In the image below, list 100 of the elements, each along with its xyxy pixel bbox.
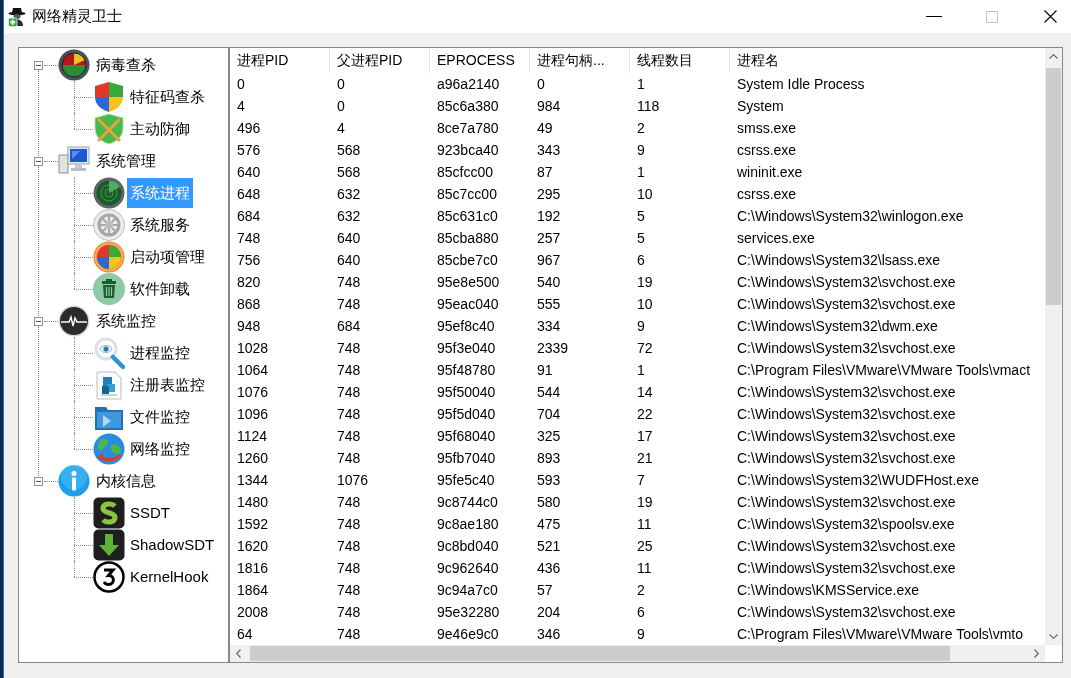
table-cell-text: 5 (636, 207, 646, 226)
table-cell-text: 9c8744c0 (436, 493, 499, 512)
table-cell-text: 640 (336, 229, 362, 248)
table-cell-text: 334 (536, 317, 562, 336)
table-cell-text: 11 (636, 559, 653, 578)
table-cell-text: 568 (336, 141, 362, 160)
table-cell-text: 0 (536, 75, 546, 94)
table-cell-text: 568 (336, 163, 362, 182)
table-cell-text: C:\Program Files\VMware\VMware Tools\vmact (736, 361, 1032, 380)
table-cell-text: 25 (636, 537, 654, 556)
table-cell-text: services.exe (736, 229, 816, 248)
tree-item[interactable]: 网络监控 (127, 434, 193, 464)
table-cell-text: smss.exe (736, 119, 798, 138)
table-cell-text: 325 (536, 427, 562, 446)
table-cell-text: 1076 (336, 471, 370, 490)
table-cell-text: C:\Windows\System32\svchost.exe (736, 449, 957, 468)
tree-item[interactable]: 注册表监控 (127, 370, 208, 400)
vertical-scrollbar[interactable] (1045, 48, 1062, 645)
radar-icon (58, 49, 90, 81)
table-cell-text: 756 (236, 251, 262, 270)
document-cubes-icon (93, 369, 125, 401)
tree-item[interactable]: 系统监控 (93, 306, 159, 336)
table-cell-text: 948 (236, 317, 262, 336)
tree-item[interactable]: 病毒查杀 (93, 50, 159, 80)
table-cell-text: 1620 (236, 537, 270, 556)
table-cell-text: 436 (536, 559, 562, 578)
table-cell-text: 5 (636, 229, 646, 248)
tree-item[interactable]: 启动项管理 (127, 242, 208, 272)
tree-item[interactable]: 特征码查杀 (127, 82, 208, 112)
table-cell-text: 521 (536, 537, 562, 556)
table-cell-text: 632 (336, 207, 362, 226)
chevron-left-icon[interactable] (236, 649, 241, 658)
chevron-up-icon[interactable] (1049, 54, 1058, 59)
table-cell-text: C:\Windows\System32\svchost.exe (736, 339, 957, 358)
table-cell-text: System Idle Process (736, 75, 866, 94)
table-cell-text: 57 (536, 581, 554, 600)
table-cell-text: 748 (336, 273, 362, 292)
table-cell-text: 95f48780 (436, 361, 497, 380)
tree-item[interactable]: 软件卸载 (127, 274, 193, 304)
table-cell-text: C:\Windows\KMSService.exe (736, 581, 921, 600)
table-cell-text: 10 (636, 295, 654, 314)
table-cell-text: 1816 (236, 559, 270, 578)
tree-item[interactable]: ShadowSDT (127, 530, 218, 560)
scrollbar-thumb[interactable] (250, 646, 950, 661)
table-cell-text: 748 (336, 405, 362, 424)
table-cell-text: C:\Windows\System32\svchost.exe (736, 383, 957, 402)
tree-item[interactable]: 主动防御 (127, 114, 193, 144)
table-cell-text: wininit.exe (736, 163, 804, 182)
column-header[interactable]: 进程PID (230, 48, 330, 73)
table-cell-text: 496 (236, 119, 262, 138)
table-cell-text: 632 (336, 185, 362, 204)
table-cell-text: 192 (536, 207, 562, 226)
table-cell-text: 0 (336, 75, 346, 94)
table-cell-text: 21 (636, 449, 654, 468)
tree-item[interactable]: 系统管理 (93, 146, 159, 176)
table-cell-text: 2 (636, 119, 646, 138)
table-cell-text: 704 (536, 405, 562, 424)
table-cell-text: C:\Windows\System32\svchost.exe (736, 295, 957, 314)
horizontal-scrollbar[interactable] (230, 645, 1045, 662)
table-cell-text: 9 (636, 625, 646, 644)
table-cell-text: 1 (636, 75, 646, 94)
table-cell-text: C:\Windows\System32\svchost.exe (736, 537, 957, 556)
table-cell-text: 893 (536, 449, 562, 468)
minus-box-icon[interactable] (34, 156, 43, 166)
column-header[interactable]: 进程名 (730, 48, 1045, 73)
table-cell-text: 95e32280 (436, 603, 501, 622)
table-cell-text: 9 (636, 317, 646, 336)
table-cell-text: 748 (336, 515, 362, 534)
table-cell-text: csrss.exe (736, 185, 798, 204)
table-cell-text: 91 (536, 361, 554, 380)
column-header[interactable]: 父进程PID (330, 48, 430, 73)
table-cell-text: 684 (236, 207, 262, 226)
table-cell-text: 22 (636, 405, 654, 424)
tree-item[interactable]: KernelHook (127, 562, 212, 592)
magnifier-icon (93, 337, 125, 369)
chevron-right-icon[interactable] (1034, 649, 1039, 658)
table-cell-text: 6 (636, 251, 646, 270)
table-cell-text: 748 (336, 339, 362, 358)
table-cell-text: 85cfcc00 (436, 163, 495, 182)
table-cell-text: 1480 (236, 493, 270, 512)
tree-item[interactable]: 文件监控 (127, 402, 193, 432)
shield-icon (93, 81, 125, 113)
table-cell-text: C:\Windows\System32\svchost.exe (736, 559, 957, 578)
table-cell-text: 648 (236, 185, 262, 204)
column-header[interactable]: EPROCESS (430, 48, 530, 73)
table-cell-text: C:\Windows\System32\lsass.exe (736, 251, 942, 270)
minus-box-icon[interactable] (34, 60, 43, 70)
tree-item[interactable]: 进程监控 (127, 338, 193, 368)
chevron-down-icon[interactable] (1049, 634, 1058, 639)
column-header[interactable]: 线程数目 (630, 48, 730, 73)
scrollbar-thumb[interactable] (1046, 68, 1061, 305)
table-cell-text: 346 (536, 625, 562, 644)
tree-item[interactable]: 系统服务 (127, 210, 193, 240)
table-cell-text: C:\Windows\System32\dwm.exe (736, 317, 939, 336)
tree-item[interactable]: 内核信息 (93, 466, 159, 496)
minus-box-icon[interactable] (34, 316, 43, 326)
column-header[interactable]: 进程句柄... (530, 48, 630, 73)
table-cell-text: 748 (336, 493, 362, 512)
minus-box-icon[interactable] (34, 476, 43, 486)
tree-item[interactable]: SSDT (127, 498, 173, 528)
